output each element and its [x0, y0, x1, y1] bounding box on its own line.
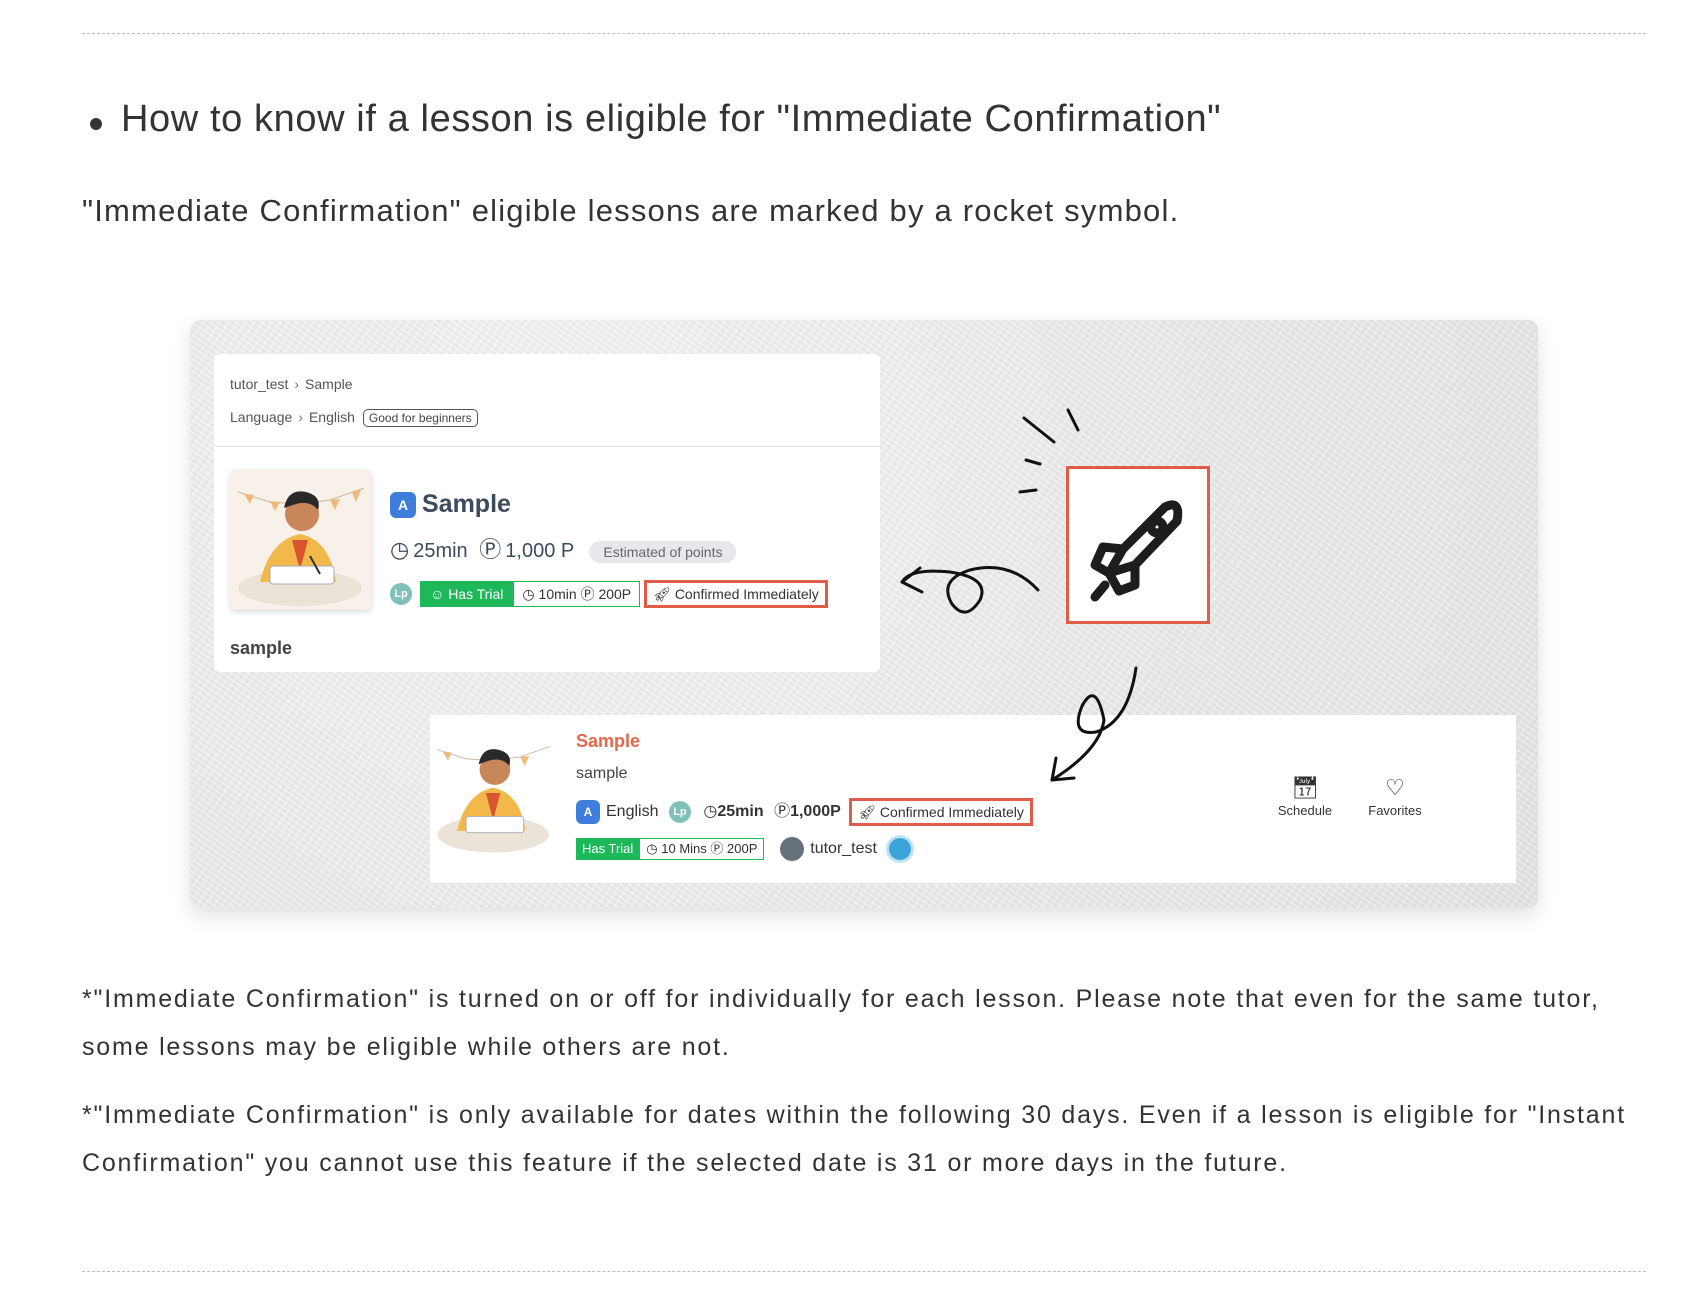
lesson-detail-card: tutor_test › Sample Language › English Good f…	[214, 354, 880, 672]
clock-icon: ◷	[522, 586, 539, 602]
confirmed-immediately-tag: 🚀︎ Confirmed Immediately	[644, 580, 828, 608]
clock-icon: ◷	[390, 537, 410, 562]
breadcrumb-category[interactable]: Language	[230, 409, 292, 425]
intro-text: "Immediate Confirmation" eligible lesson…	[82, 193, 1180, 228]
lesson-tags: Lp ☺ Has Trial ◷ 10min Ⓟ 200P 🚀︎ Confirmed …	[390, 580, 828, 608]
language-app-icon: A	[576, 799, 600, 824]
lesson-points: 1,000P	[790, 803, 841, 820]
schedule-button[interactable]: 📅︎ Schedule	[1270, 773, 1340, 818]
trial-detail-badge: ◷ 10min Ⓟ 200P	[513, 581, 641, 607]
schedule-label: Schedule	[1277, 803, 1333, 818]
lesson-title: A Sample	[390, 490, 511, 519]
trial-detail-text: 10 Mins Ⓟ 200P	[661, 841, 758, 856]
lesson-meta: ◷ 25min Ⓟ 1,000 P Estimated of points	[390, 532, 737, 564]
lesson-tags: Has Trial ◷ 10 Mins Ⓟ 200P tutor_test	[576, 837, 911, 861]
lesson-title-link[interactable]: Sample	[576, 731, 640, 752]
lesson-subtitle: sample	[576, 765, 628, 782]
breadcrumb: tutor_test › Sample	[230, 376, 353, 392]
estimate-points-badge[interactable]: Estimated of points	[589, 540, 737, 563]
lesson-duration: 25min	[717, 803, 764, 820]
breadcrumb-tutor[interactable]: tutor_test	[230, 376, 288, 392]
note-30-days: *"Immediate Confirmation" is only availa…	[82, 1101, 1626, 1177]
bottom-divider	[82, 1271, 1646, 1272]
level-tag: Good for beginners	[362, 409, 478, 427]
lesson-description: sample	[230, 638, 293, 658]
favorites-label: Favorites	[1368, 803, 1422, 818]
confirmed-immediately-label: Confirmed Immediately	[674, 586, 819, 602]
confirmed-immediately-tag: 🚀︎ Confirmed Immediately	[849, 797, 1033, 826]
rocket-icon: 🚀︎	[858, 803, 880, 820]
trial-detail-text: 10min Ⓟ 200P	[538, 586, 632, 602]
has-trial-badge: Has Trial	[576, 838, 640, 860]
has-trial-label: Has Trial	[448, 586, 504, 602]
rocket-icon: 🚀︎	[653, 586, 675, 602]
lesson-meta: A English Lp ◷25min Ⓟ1,000P 🚀︎ Confirmed …	[576, 797, 1033, 826]
clock-icon: ◷	[646, 841, 662, 856]
lp-badge-icon: Lp	[668, 800, 691, 823]
example-figure: tutor_test › Sample Language › English Good f…	[190, 320, 1538, 908]
card-divider	[214, 446, 880, 447]
rocket-icon-enlarged	[1066, 466, 1210, 624]
lp-badge-icon: Lp	[390, 583, 412, 605]
points-icon: Ⓟ	[479, 537, 502, 562]
tutor-name-link[interactable]: tutor_test	[810, 840, 877, 857]
clock-icon: ◷	[703, 803, 718, 820]
heart-icon: ♡	[1385, 775, 1405, 800]
lesson-list-card[interactable]: Sample sample A English Lp ◷25min Ⓟ1,000P…	[430, 715, 1516, 884]
chevron-right-icon: ›	[294, 376, 300, 392]
note-per-lesson: *"Immediate Confirmation" is turned on o…	[82, 985, 1600, 1061]
has-trial-badge: ☺ Has Trial	[420, 581, 514, 607]
lesson-title-text: Sample	[422, 490, 511, 518]
category-breadcrumb: Language › English Good for beginners	[230, 409, 478, 427]
lesson-points: 1,000 P	[505, 540, 574, 562]
tutor-illustration	[430, 729, 558, 857]
section-heading: How to know if a lesson is eligible for …	[121, 98, 1222, 140]
bullet-dot	[90, 118, 102, 130]
points-icon: Ⓟ	[774, 803, 791, 820]
lesson-duration: 25min	[413, 540, 468, 562]
language-app-icon: A	[390, 492, 416, 519]
verified-medal-icon	[888, 838, 911, 860]
lesson-language: English	[606, 803, 659, 820]
trial-detail-badge: ◷ 10 Mins Ⓟ 200P	[639, 838, 765, 860]
tutor-illustration	[230, 470, 372, 610]
confirmed-immediately-label: Confirmed Immediately	[879, 803, 1024, 820]
favorites-button[interactable]: ♡ Favorites	[1360, 773, 1430, 818]
tutor-avatar[interactable]	[780, 837, 805, 861]
top-divider	[82, 33, 1646, 34]
breadcrumb-lesson[interactable]: Sample	[305, 376, 352, 392]
chevron-right-icon: ›	[298, 409, 303, 425]
breadcrumb-subcategory[interactable]: English	[309, 409, 355, 425]
calendar-icon: 📅︎	[1291, 775, 1319, 800]
smile-icon: ☺	[430, 586, 449, 602]
